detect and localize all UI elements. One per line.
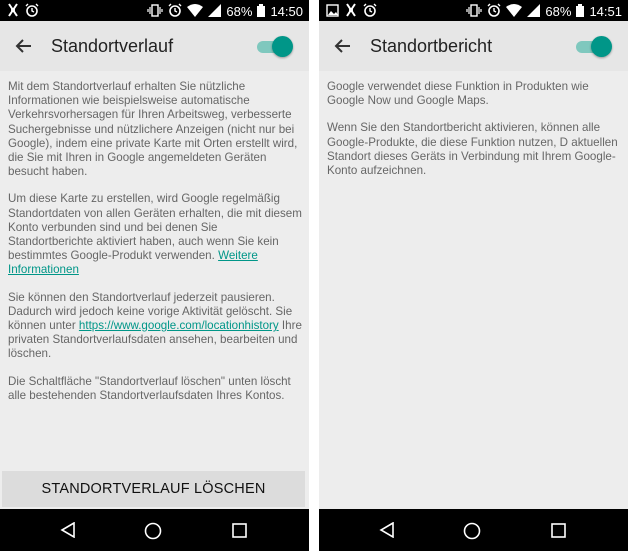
battery-icon [576, 3, 585, 20]
paragraph: Sie können den Standortverlauf jederzeit… [8, 290, 302, 361]
screen-location-history: 68% 14:50 Standortverlauf Mit dem Stando… [0, 0, 309, 551]
signal-icon [527, 3, 541, 20]
alarm-icon [487, 3, 501, 20]
nav-bar [319, 509, 628, 551]
paragraph: Google verwendet diese Funktion in Produ… [327, 80, 589, 108]
location-reporting-toggle[interactable] [576, 36, 612, 57]
status-bar: 68% 14:50 [0, 0, 309, 21]
tools-icon [345, 3, 357, 20]
page-title: Standortverlauf [51, 36, 174, 56]
nav-recent-icon[interactable] [551, 523, 566, 543]
paragraph: Wenn Sie den Standortbericht aktivieren,… [327, 121, 618, 178]
nav-home-icon[interactable] [144, 522, 162, 545]
alarm-icon [363, 3, 377, 20]
wifi-icon [187, 3, 204, 20]
vibrate-icon [466, 3, 483, 20]
nav-bar [0, 509, 309, 551]
battery-level: 68% [226, 4, 253, 19]
screen-location-reporting: 68% 14:51 Standortbericht Google verwend… [319, 0, 628, 551]
nav-home-icon[interactable] [463, 522, 481, 545]
location-history-link[interactable]: https://www.google.com/locationhistory [79, 319, 279, 332]
wifi-icon [506, 3, 523, 20]
vibrate-icon [147, 3, 164, 20]
location-history-toggle[interactable] [257, 36, 293, 57]
back-arrow-icon[interactable] [14, 36, 34, 56]
status-bar: 68% 14:51 [319, 0, 628, 21]
paragraph: Um diese Karte zu erstellen, wird Google… [8, 192, 302, 277]
image-icon [326, 3, 339, 20]
nav-back-icon[interactable] [60, 521, 76, 543]
description-text: Google verwendet diese Funktion in Produ… [327, 80, 623, 191]
description-text: Mit dem Standortverlauf erhalten Sie nüt… [8, 80, 304, 416]
toggle-thumb [272, 36, 293, 57]
toggle-thumb [591, 36, 612, 57]
back-arrow-icon[interactable] [333, 36, 353, 56]
tools-icon [7, 3, 19, 20]
app-bar: Standortbericht [319, 21, 628, 71]
paragraph: Die Schaltfläche "Standortverlauf lösche… [8, 374, 291, 402]
status-time: 14:50 [270, 4, 303, 19]
signal-icon [208, 3, 222, 20]
app-bar: Standortverlauf [0, 21, 309, 71]
nav-back-icon[interactable] [379, 521, 395, 543]
delete-location-history-button[interactable]: STANDORTVERLAUF LÖSCHEN [2, 471, 305, 507]
alarm-icon [25, 3, 39, 20]
paragraph: Mit dem Standortverlauf erhalten Sie nüt… [8, 80, 298, 179]
battery-icon [257, 3, 266, 20]
page-title: Standortbericht [370, 36, 493, 56]
alarm-icon [168, 3, 182, 20]
nav-recent-icon[interactable] [232, 523, 247, 543]
status-time: 14:51 [589, 4, 622, 19]
battery-level: 68% [545, 4, 572, 19]
